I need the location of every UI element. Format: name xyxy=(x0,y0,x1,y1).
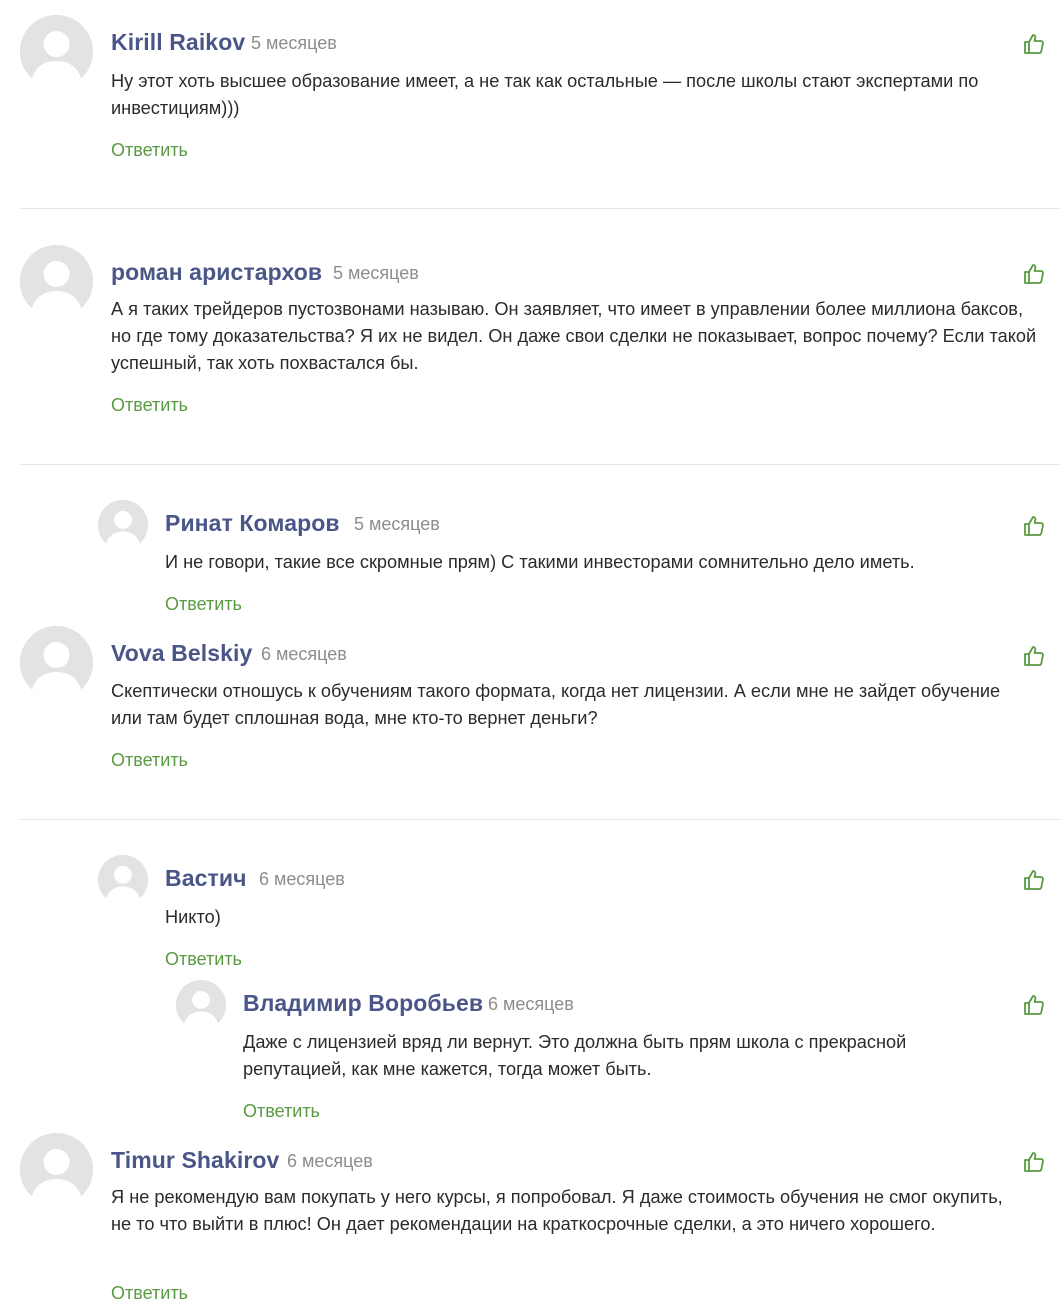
comment-author[interactable]: Ринат Комаров xyxy=(165,510,340,537)
reply-button[interactable]: Ответить xyxy=(165,594,242,615)
reply-button[interactable]: Ответить xyxy=(111,1283,188,1304)
comment-author[interactable]: роман аристархов xyxy=(111,259,322,286)
reply-button[interactable]: Ответить xyxy=(165,949,242,970)
user-placeholder-icon xyxy=(98,500,148,550)
divider xyxy=(20,819,1060,820)
divider xyxy=(20,208,1060,209)
avatar[interactable] xyxy=(20,626,93,699)
thumbs-up-icon[interactable] xyxy=(1022,514,1046,538)
comment-time: 5 месяцев xyxy=(333,263,419,283)
thumbs-up-icon[interactable] xyxy=(1022,1150,1046,1174)
avatar[interactable] xyxy=(98,855,148,905)
comment-time: 6 месяцев xyxy=(259,869,345,889)
comment-time: 6 месяцев xyxy=(261,644,347,664)
comment-author[interactable]: Вастич xyxy=(165,865,247,892)
comment-text: Ну этот хоть высшее образование имеет, а… xyxy=(111,71,979,118)
comment-author[interactable]: Vova Belskiy xyxy=(111,640,252,667)
comment-text: Даже с лицензией вряд ли вернут. Это дол… xyxy=(243,1032,907,1079)
thumbs-up-icon[interactable] xyxy=(1022,32,1046,56)
user-placeholder-icon xyxy=(176,980,226,1030)
avatar[interactable] xyxy=(20,245,93,318)
comment-author[interactable]: Владимир Воробьев xyxy=(243,990,483,1017)
comment-time: 6 месяцев xyxy=(287,1151,373,1171)
reply-button[interactable]: Ответить xyxy=(111,750,188,771)
comment-text: И не говори, такие все скромные прям) С … xyxy=(165,552,915,572)
avatar[interactable] xyxy=(176,980,226,1030)
thumbs-up-icon[interactable] xyxy=(1022,262,1046,286)
comment-time: 5 месяцев xyxy=(251,33,337,53)
user-placeholder-icon xyxy=(20,15,93,88)
reply-button[interactable]: Ответить xyxy=(111,395,188,416)
reply-button[interactable]: Ответить xyxy=(111,140,188,161)
comments-list: Kirill Raikov 5 месяцев Ну этот хоть выс… xyxy=(0,0,1064,1314)
avatar[interactable] xyxy=(20,1133,93,1206)
comment-author[interactable]: Kirill Raikov xyxy=(111,29,245,56)
user-placeholder-icon xyxy=(20,626,93,699)
user-placeholder-icon xyxy=(20,1133,93,1206)
comment-text: Я не рекомендую вам покупать у него курс… xyxy=(111,1187,1003,1234)
comment-text: Никто) xyxy=(165,907,221,927)
comment-text: Скептически отношусь к обучениям такого … xyxy=(111,681,1001,728)
user-placeholder-icon xyxy=(20,245,93,318)
user-placeholder-icon xyxy=(98,855,148,905)
comment-time: 6 месяцев xyxy=(488,994,574,1014)
thumbs-up-icon[interactable] xyxy=(1022,868,1046,892)
comment-text: А я таких трейдеров пустозвонами называю… xyxy=(111,299,1037,373)
thumbs-up-icon[interactable] xyxy=(1022,644,1046,668)
avatar[interactable] xyxy=(98,500,148,550)
comment-time: 5 месяцев xyxy=(354,514,440,534)
avatar[interactable] xyxy=(20,15,93,88)
divider xyxy=(20,464,1060,465)
reply-button[interactable]: Ответить xyxy=(243,1101,320,1122)
comment-author[interactable]: Timur Shakirov xyxy=(111,1147,279,1174)
thumbs-up-icon[interactable] xyxy=(1022,993,1046,1017)
